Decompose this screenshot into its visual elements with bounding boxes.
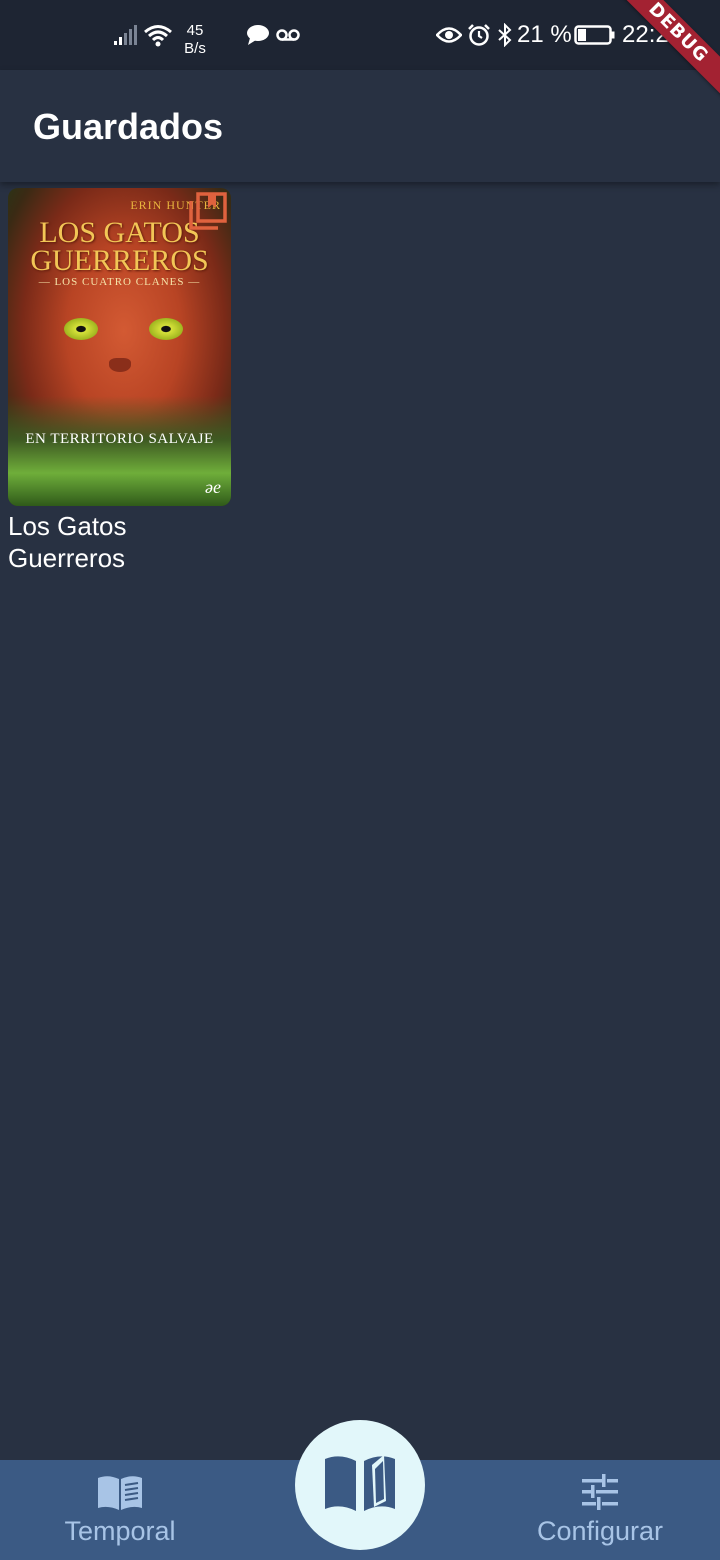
tune-icon [581,1474,619,1515]
bookmark-collection-icon[interactable] [188,191,228,231]
nav-configurar[interactable]: Configurar [520,1460,680,1560]
bluetooth-icon [497,0,513,70]
cat-eye-left [64,318,98,340]
battery-icon [574,0,616,70]
publisher-logo: ǝe [205,477,221,497]
nav-configurar-label: Configurar [536,1516,664,1546]
book-reading-icon [96,1474,144,1517]
wifi-icon [143,0,173,70]
library-fab-button[interactable] [295,1420,425,1550]
nav-temporal[interactable]: Temporal [40,1460,200,1560]
cover-title-line2: GUERREROS [30,244,209,277]
message-icon [246,0,270,70]
network-speed: 45 B/s [180,22,210,58]
status-bar: 45 B/s 21 % 22:27 [0,0,720,70]
battery-percent: 21 % [517,21,572,48]
saved-book-card[interactable]: ERIN HUNTER LOS GATOS GUERREROS — LOS CU… [8,188,231,574]
book-cover[interactable]: ERIN HUNTER LOS GATOS GUERREROS — LOS CU… [8,188,231,506]
cat-eye-right [149,318,183,340]
eye-icon [436,0,462,70]
network-speed-unit: B/s [184,40,206,57]
network-speed-value: 45 [186,22,204,39]
cell-signal-icon [113,0,139,70]
app-bar: Guardados [0,70,720,182]
alarm-icon [467,0,491,70]
cover-subtitle: — LOS CUATRO CLANES — [38,276,201,288]
cat-nose [109,358,131,372]
page-title: Guardados [33,106,224,147]
open-book-icon [322,1451,398,1520]
cover-volume-title: EN TERRITORIO SALVAJE [25,431,214,447]
voicemail-icon [276,0,300,70]
cover-forest [8,396,231,506]
nav-temporal-label: Temporal [64,1516,176,1546]
book-title[interactable]: Los Gatos Guerreros [8,510,208,574]
